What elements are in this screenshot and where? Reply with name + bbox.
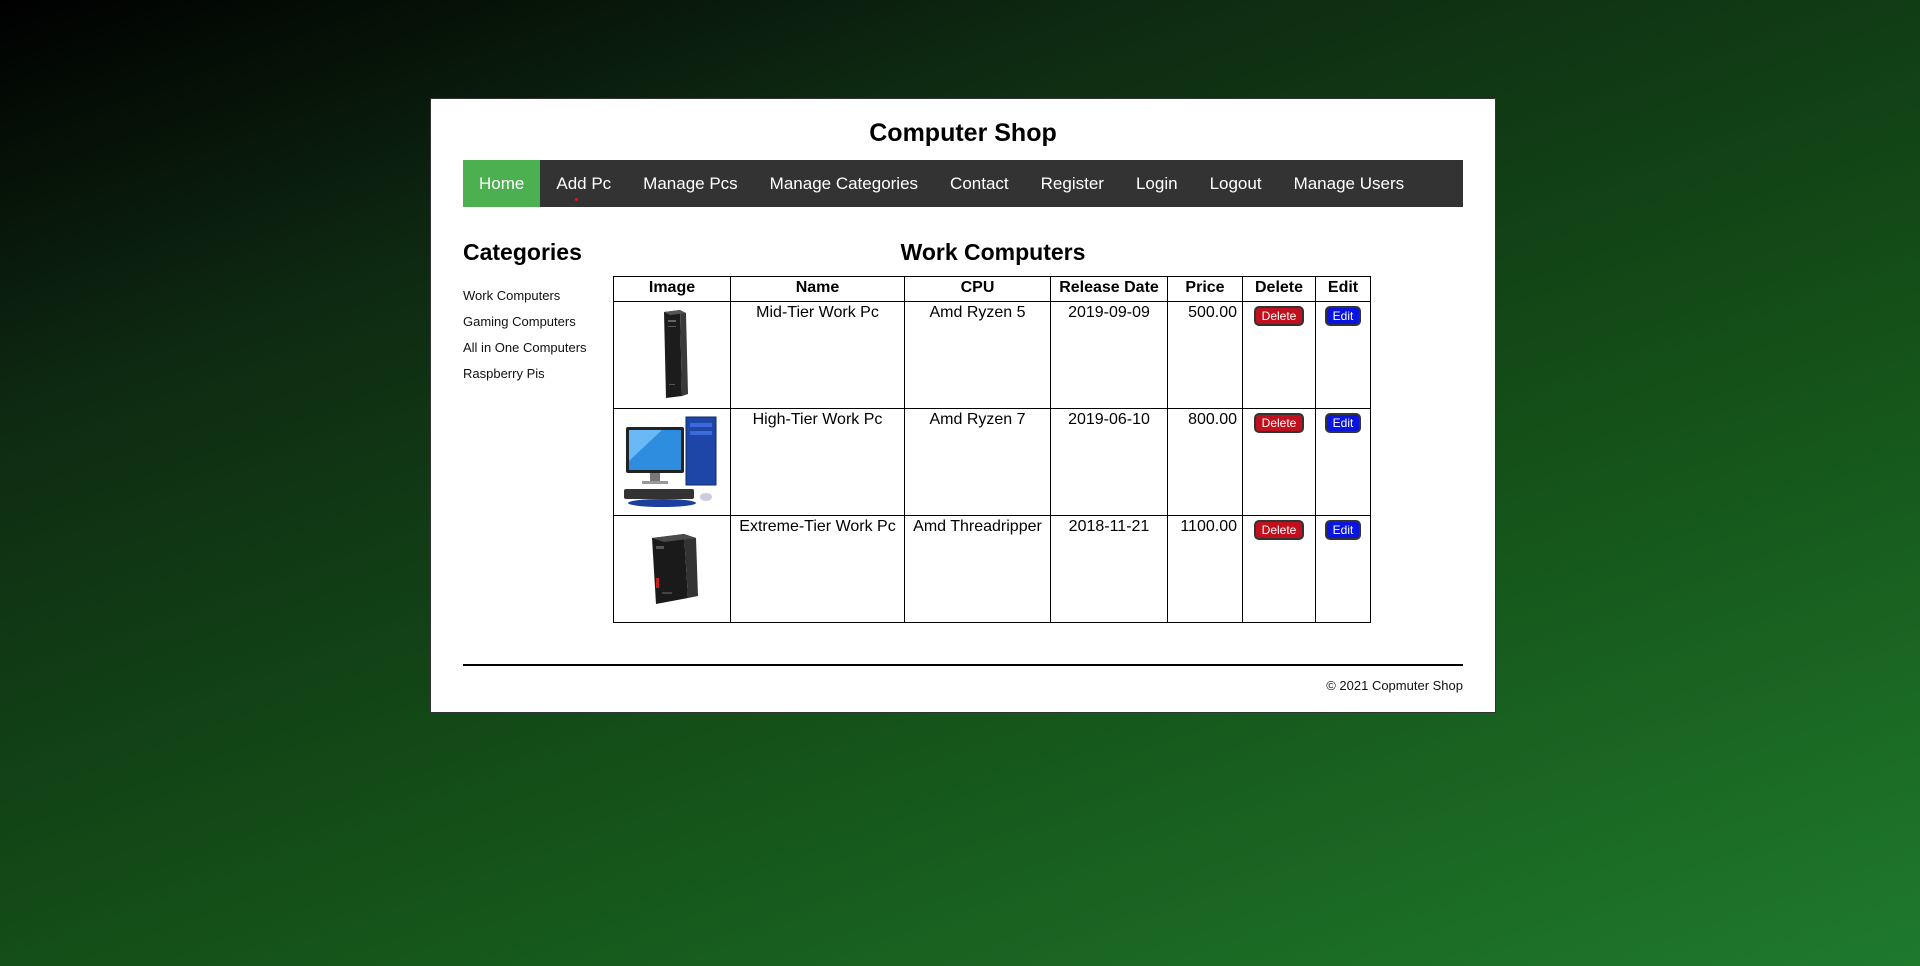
product-cpu: Amd Ryzen 7	[904, 408, 1051, 516]
categories-sidebar: Categories Work Computers Gaming Compute…	[463, 239, 603, 392]
product-release-date: 2018-11-21	[1050, 515, 1168, 623]
table-header-row: Image Name CPU Release Date Price Delete…	[613, 276, 1371, 302]
nav-item-register[interactable]: Register	[1025, 160, 1120, 207]
top-navbar: Home Add Pc Manage Pcs Manage Categories…	[463, 160, 1463, 207]
desktop-pc-with-monitor-image	[624, 416, 717, 507]
product-name: Extreme-Tier Work Pc	[730, 515, 905, 623]
product-price: 1100.00	[1167, 515, 1243, 623]
nav-item-manage-categories[interactable]: Manage Categories	[754, 160, 934, 207]
product-image-cell	[613, 301, 731, 409]
product-image-cell	[613, 408, 731, 516]
nav-item-logout[interactable]: Logout	[1194, 160, 1278, 207]
column-header-release-date: Release Date	[1050, 276, 1168, 302]
table-row: Mid-Tier Work Pc Amd Ryzen 5 2019-09-09 …	[613, 301, 1371, 409]
edit-cell: Edit	[1315, 515, 1371, 623]
product-name: Mid-Tier Work Pc	[730, 301, 905, 409]
column-header-cpu: CPU	[904, 276, 1051, 302]
table-row: Extreme-Tier Work Pc Amd Threadripper 20…	[613, 515, 1371, 623]
product-name: High-Tier Work Pc	[730, 408, 905, 516]
column-header-image: Image	[613, 276, 731, 302]
footer-divider	[463, 664, 1463, 666]
edit-cell: Edit	[1315, 301, 1371, 409]
cursor-dot	[575, 198, 579, 201]
nav-item-manage-users[interactable]: Manage Users	[1278, 160, 1421, 207]
edit-button[interactable]: Edit	[1324, 520, 1362, 540]
edit-button[interactable]: Edit	[1324, 413, 1362, 433]
nav-item-add-pc-label: Add Pc	[556, 173, 612, 193]
column-header-price: Price	[1167, 276, 1243, 302]
site-title: Computer Shop	[869, 119, 1057, 147]
product-image-cell	[613, 515, 731, 623]
delete-cell: Delete	[1242, 408, 1316, 516]
product-cpu: Amd Ryzen 5	[904, 301, 1051, 409]
page-container: Computer Shop Home Add Pc Manage Pcs Man…	[430, 98, 1496, 713]
sidebar-heading: Categories	[463, 239, 582, 265]
edit-button[interactable]: Edit	[1324, 306, 1362, 326]
delete-button[interactable]: Delete	[1253, 520, 1305, 540]
delete-cell: Delete	[1242, 301, 1316, 409]
category-link-gaming-computers[interactable]: Gaming Computers	[463, 314, 603, 330]
product-release-date: 2019-09-09	[1050, 301, 1168, 409]
nav-item-login[interactable]: Login	[1120, 160, 1194, 207]
table-row: High-Tier Work Pc Amd Ryzen 7 2019-06-10…	[613, 408, 1371, 516]
delete-button[interactable]: Delete	[1253, 306, 1305, 326]
category-link-raspberry-pis[interactable]: Raspberry Pis	[463, 366, 603, 382]
delete-cell: Delete	[1242, 515, 1316, 623]
product-cpu: Amd Threadripper	[904, 515, 1051, 623]
slim-tower-pc-image	[664, 310, 688, 398]
nav-item-home[interactable]: Home	[463, 160, 541, 207]
nav-item-manage-pcs[interactable]: Manage Pcs	[627, 160, 754, 207]
category-link-work-computers[interactable]: Work Computers	[463, 288, 603, 304]
product-release-date: 2019-06-10	[1050, 408, 1168, 516]
main-content: Work Computers Image Name CPU Release Da…	[613, 239, 1373, 623]
column-header-edit: Edit	[1315, 276, 1371, 302]
delete-button[interactable]: Delete	[1253, 413, 1305, 433]
category-link-all-in-one-computers[interactable]: All in One Computers	[463, 340, 603, 356]
small-form-factor-pc-image	[652, 534, 698, 604]
column-header-name: Name	[730, 276, 905, 302]
column-header-delete: Delete	[1242, 276, 1316, 302]
footer-copyright: © 2021 Copmuter Shop	[1326, 678, 1463, 693]
nav-item-contact[interactable]: Contact	[934, 160, 1025, 207]
product-price: 800.00	[1167, 408, 1243, 516]
page-heading: Work Computers	[900, 239, 1086, 265]
edit-cell: Edit	[1315, 408, 1371, 516]
nav-item-add-pc[interactable]: Add Pc	[540, 160, 627, 207]
products-table: Image Name CPU Release Date Price Delete…	[613, 276, 1371, 623]
product-price: 500.00	[1167, 301, 1243, 409]
